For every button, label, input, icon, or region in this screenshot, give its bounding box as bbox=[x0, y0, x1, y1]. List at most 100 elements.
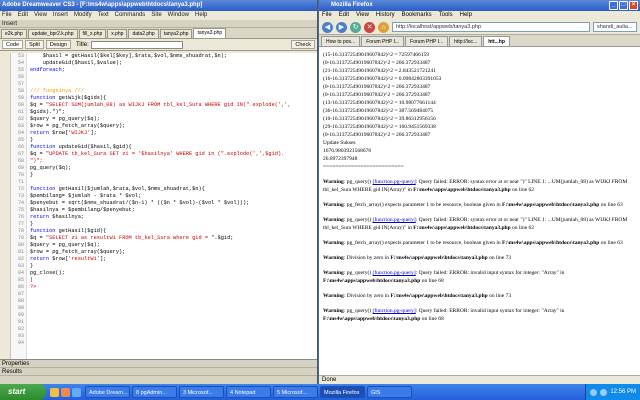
dw-menu-item[interactable]: Window bbox=[168, 12, 189, 18]
stop-icon[interactable]: ✕ bbox=[364, 21, 375, 33]
firefox-menu-item[interactable]: History bbox=[376, 12, 395, 18]
home-icon[interactable]: ⌂ bbox=[378, 21, 389, 33]
code-line: $q = "SELECT SUM(jumlah_08) as WIJKJ FRO… bbox=[30, 102, 317, 109]
firefox-tabs: How to pos... Forum PHP I... Forum PHP I..… bbox=[319, 35, 640, 47]
warning-text: : pg_query() bbox=[343, 308, 373, 314]
warning-message: Warning: pg_fetch_array() expects parame… bbox=[323, 201, 636, 209]
line-number: 56 bbox=[17, 74, 24, 80]
document-tab[interactable]: x.php bbox=[107, 29, 128, 38]
dw-menu-item[interactable]: Text bbox=[98, 12, 109, 18]
code-line: $hasilnya = $pembilang/$penyebut; bbox=[30, 207, 317, 214]
code-line: /// fungsinya /// bbox=[30, 88, 317, 95]
code-editor[interactable]: 53 54 55 56 57 58 59 60 61 62 63 64 65 66 67 68 69 70 71 72… bbox=[0, 53, 317, 359]
start-button[interactable]: start bbox=[0, 384, 46, 400]
insert-bar[interactable]: Insert bbox=[0, 20, 317, 28]
browser-tab[interactable]: htt...hp bbox=[483, 36, 510, 46]
dw-menu-item[interactable]: Site bbox=[151, 12, 161, 18]
function-link[interactable]: [function.pg-query] bbox=[373, 179, 416, 185]
title-input[interactable] bbox=[90, 40, 183, 49]
document-tab[interactable]: fill_x.php bbox=[78, 29, 107, 38]
line-number: 57 bbox=[17, 81, 24, 87]
warning-message: Warning: pg_query() [function.pg-query]:… bbox=[323, 178, 636, 194]
desktop-icon[interactable] bbox=[50, 387, 59, 397]
taskbar-button[interactable]: 4 Notepad bbox=[226, 386, 271, 398]
dw-menu-item[interactable]: Help bbox=[195, 12, 207, 18]
explorer-icon[interactable] bbox=[72, 387, 81, 397]
code-token: $pembilang= $jumlah - $rata * $vol; bbox=[30, 193, 142, 199]
volume-icon[interactable] bbox=[600, 388, 608, 396]
document-tab[interactable]: e2k.php bbox=[1, 29, 27, 38]
firefox-menu-item[interactable]: Edit bbox=[339, 12, 349, 18]
check-page-button[interactable]: Check bbox=[291, 40, 315, 49]
back-icon[interactable]: ◀ bbox=[322, 21, 333, 33]
minimize-icon[interactable]: _ bbox=[609, 1, 618, 10]
firefox-title: Mozilla Firefox bbox=[331, 2, 373, 8]
taskbar-button[interactable]: 5 Microsof... bbox=[273, 386, 318, 398]
document-tab[interactable]: data2.php bbox=[128, 29, 159, 38]
function-link[interactable]: [function.pg-query] bbox=[373, 217, 416, 223]
warning-message: Warning: pg_query() [function.pg-query]:… bbox=[323, 307, 636, 323]
dw-menu-item[interactable]: File bbox=[2, 12, 12, 18]
dw-menu-item[interactable]: Edit bbox=[18, 12, 28, 18]
browser-tab[interactable]: Forum PHP I... bbox=[361, 36, 405, 46]
properties-label[interactable]: Properties bbox=[0, 360, 317, 368]
code-line: } bbox=[30, 137, 317, 144]
dw-menu-item[interactable]: Commands bbox=[115, 12, 146, 18]
taskbar-button[interactable]: 8 pgAdmin... bbox=[132, 386, 177, 398]
maximize-icon[interactable]: □ bbox=[619, 1, 628, 10]
firefox-menu-item[interactable]: File bbox=[322, 12, 332, 18]
taskbar-button[interactable]: Adobe Dream... bbox=[85, 386, 130, 398]
browser-tab[interactable]: Forum PHP I... bbox=[405, 36, 449, 46]
warning-line: on line 73 bbox=[487, 255, 512, 261]
line-number: 76 bbox=[17, 214, 24, 220]
browser-tab[interactable]: How to pos... bbox=[321, 36, 361, 46]
code-token: pg_query($q); bbox=[30, 165, 72, 171]
document-tab[interactable]: update_bpr2.k.php bbox=[27, 29, 78, 38]
dw-menu-item[interactable]: Modify bbox=[74, 12, 92, 18]
code-line: $query = pg_query($q); bbox=[30, 116, 317, 123]
dw-menu-item[interactable]: View bbox=[34, 12, 47, 18]
taskbar-button[interactable]: 3 Microsof... bbox=[179, 386, 224, 398]
document-tab[interactable]: tanya3.php bbox=[193, 28, 227, 38]
warning-line: on line 68 bbox=[420, 316, 444, 322]
reload-icon[interactable]: ↻ bbox=[350, 21, 361, 33]
taskbar-button[interactable]: GIS bbox=[367, 386, 412, 398]
results-label[interactable]: Results bbox=[0, 368, 317, 376]
network-icon[interactable] bbox=[590, 388, 598, 396]
code-area[interactable]: $hasil = getHasil($kel[$key],$rata,$vol,… bbox=[30, 53, 317, 359]
line-number: 73 bbox=[17, 193, 24, 199]
split-view-button[interactable]: Split bbox=[25, 40, 44, 49]
output-line: (0-16.31372549019607842)^2 = 266.3729334… bbox=[323, 92, 431, 98]
dw-menu-item[interactable]: Insert bbox=[53, 12, 68, 18]
taskbar-button[interactable]: Mozilla Firefox bbox=[320, 386, 365, 398]
url-bar[interactable]: http://localhost/appweb/tanya3.php bbox=[392, 22, 590, 32]
browser-icon[interactable] bbox=[61, 387, 70, 397]
code-view-button[interactable]: Code bbox=[2, 40, 24, 49]
code-line: function getWijk($gids){ bbox=[30, 95, 317, 102]
firefox-window: Mozilla Firefox _ □ × File Edit View Histor… bbox=[319, 0, 640, 384]
firefox-menu-item[interactable]: Help bbox=[460, 12, 472, 18]
browser-tab[interactable]: http://loc... bbox=[449, 36, 483, 46]
function-link[interactable]: [function.pg-query] bbox=[373, 270, 416, 276]
code-line: return $row['WIJKJ']; bbox=[30, 130, 317, 137]
code-token: ")"; bbox=[30, 158, 43, 164]
firefox-menu-item[interactable]: Bookmarks bbox=[402, 12, 432, 18]
design-view-button[interactable]: Design bbox=[45, 40, 71, 49]
firefox-menu-item[interactable]: Tools bbox=[439, 12, 453, 18]
forward-icon[interactable]: ▶ bbox=[336, 21, 347, 33]
function-link[interactable]: [function.pg-query] bbox=[373, 308, 416, 314]
warning-file: F:\ms4w\apps\appweb\htdocs\tanya3.php bbox=[413, 225, 511, 231]
warning-label: Warning bbox=[323, 240, 344, 246]
firefox-menu-item[interactable]: View bbox=[356, 12, 369, 18]
code-line: $q = "SELECT zi as resultWi FROM tb_kel_… bbox=[30, 235, 317, 242]
line-number: 68 bbox=[17, 158, 24, 164]
code-line: pg_query($q); bbox=[30, 165, 317, 172]
code-line: pg_close(); bbox=[30, 270, 317, 277]
close-icon[interactable]: × bbox=[629, 1, 638, 10]
line-number: 61 bbox=[17, 109, 24, 115]
firefox-title-bar: Mozilla Firefox _ □ × bbox=[319, 0, 640, 11]
warning-message: Warning: pg_query() [function.pg-query]:… bbox=[323, 216, 636, 232]
search-box[interactable]: shandi_aulia... bbox=[593, 22, 637, 32]
document-tab[interactable]: tanya2.php bbox=[159, 29, 193, 38]
